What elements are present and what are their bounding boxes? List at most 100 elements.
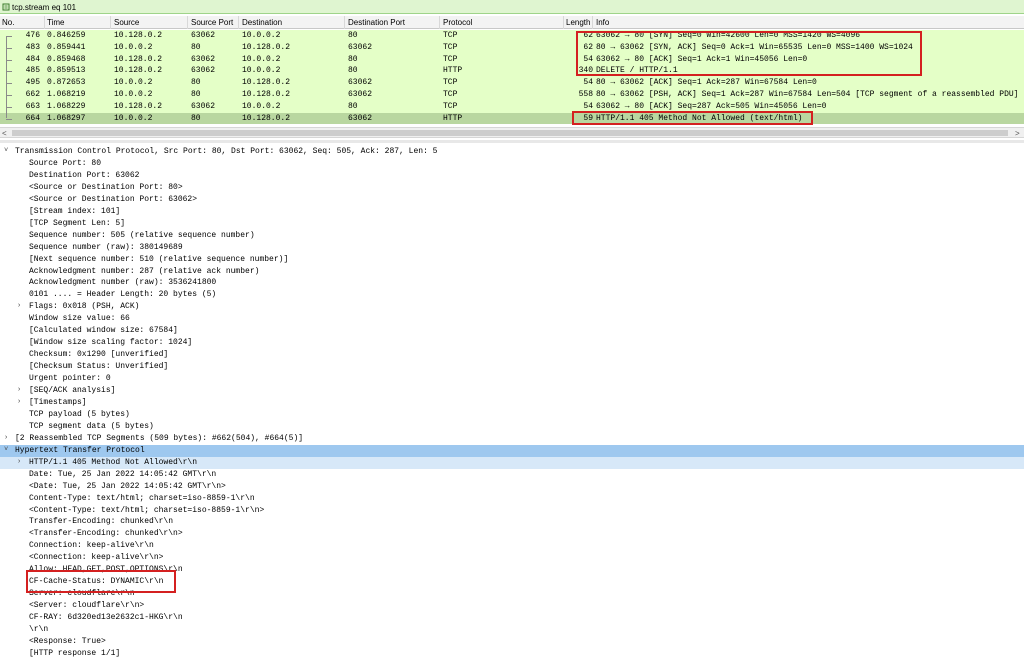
detail-tree-item[interactable]: [Checksum Status: Unverified] (0, 361, 1024, 373)
packet-destination: 10.128.0.2 (242, 78, 291, 88)
packet-time: 1.068297 (47, 113, 86, 123)
detail-tree-item[interactable]: › HTTP/1.1 405 Method Not Allowed\r\n (0, 456, 1024, 469)
detail-tree-text: TCP segment data (5 bytes) (29, 421, 154, 431)
collapse-arrow-icon[interactable]: ˅ (4, 446, 8, 454)
column-header-source-port[interactable]: Source Port (191, 18, 233, 27)
detail-tree-item[interactable]: <Date: Tue, 25 Jan 2022 14:05:42 GMT\r\n… (0, 481, 1024, 493)
detail-tree-item[interactable]: CF-RAY: 6d320ed13e2632c1-HKG\r\n (0, 612, 1024, 624)
detail-tree-item[interactable]: [Window size scaling factor: 1024] (0, 337, 1024, 349)
expand-arrow-icon[interactable]: › (17, 302, 21, 310)
detail-tree-text: <Source or Destination Port: 63062> (29, 194, 198, 204)
detail-tree-item[interactable]: › [2 Reassembled TCP Segments (509 bytes)… (0, 433, 1024, 445)
detail-tree-item[interactable]: Acknowledgment number: 287 (relative ack… (0, 266, 1024, 278)
detail-tree-text: Acknowledgment number (raw): 3536241800 (29, 278, 217, 288)
column-header-info[interactable]: Info (596, 18, 609, 27)
detail-tree-item[interactable]: <Content-Type: text/html; charset=iso-88… (0, 505, 1024, 517)
packet-source: 10.0.0.2 (114, 113, 153, 123)
detail-tree-item[interactable]: Acknowledgment number (raw): 3536241800 (0, 277, 1024, 289)
detail-tree-text: [2 Reassembled TCP Segments (509 bytes):… (15, 433, 304, 443)
detail-tree-item[interactable]: <Connection: keep-alive\r\n> (0, 552, 1024, 564)
expand-arrow-icon[interactable]: › (17, 386, 21, 394)
packet-time: 0.872653 (47, 78, 86, 88)
packet-destination-port: 63062 (348, 113, 373, 123)
detail-tree-item[interactable]: Transfer-Encoding: chunked\r\n (0, 516, 1024, 528)
detail-tree-item[interactable]: Destination Port: 63062 (0, 170, 1024, 182)
column-header-time[interactable]: Time (47, 18, 64, 27)
packet-source-port: 80 (191, 90, 201, 99)
detail-tree-text: Destination Port: 63062 (29, 170, 140, 180)
detail-tree-item[interactable]: Date: Tue, 25 Jan 2022 14:05:42 GMT\r\n (0, 469, 1024, 481)
detail-tree-item[interactable]: [TCP Segment Len: 5] (0, 218, 1024, 230)
scrollbar-thumb[interactable] (12, 130, 1008, 136)
detail-tree-text: TCP payload (5 bytes) (29, 409, 130, 419)
column-header-destination-port[interactable]: Destination Port (348, 18, 405, 27)
column-header-destination[interactable]: Destination (242, 18, 282, 27)
detail-tree-text: Transfer-Encoding: chunked\r\n (29, 517, 174, 527)
packet-no: 483 (25, 42, 40, 52)
expand-arrow-icon[interactable]: › (17, 398, 21, 406)
packet-row[interactable]: 662 1.068219 10.0.0.2 80 10.128.0.2 63062 TCP 5… (0, 89, 1024, 101)
packet-row[interactable]: 495 0.872653 10.0.0.2 80 10.128.0.2 63062 TCP 5… (0, 77, 1024, 89)
detail-tree-item[interactable]: <Transfer-Encoding: chunked\r\n> (0, 528, 1024, 540)
highlight-box-response (572, 111, 813, 125)
packet-length: 54 (583, 101, 593, 111)
detail-tree-item[interactable]: ˅ Hypertext Transfer Protocol (0, 444, 1024, 457)
detail-tree-item[interactable]: [Stream index: 101] (0, 206, 1024, 218)
detail-tree-item[interactable]: Sequence number: 505 (relative sequence … (0, 230, 1024, 242)
detail-tree-item[interactable]: › Flags: 0x018 (PSH, ACK) (0, 301, 1024, 313)
packet-source: 10.0.0.2 (114, 42, 153, 52)
detail-tree-text: <Transfer-Encoding: chunked\r\n> (29, 529, 183, 539)
detail-tree-item[interactable]: <Source or Destination Port: 63062> (0, 194, 1024, 206)
detail-tree-item[interactable]: Checksum: 0x1290 [unverified] (0, 349, 1024, 361)
collapse-arrow-icon[interactable]: ˅ (4, 147, 8, 155)
display-filter-input[interactable] (12, 2, 612, 12)
detail-tree-item[interactable]: [Calculated window size: 67584] (0, 325, 1024, 337)
detail-tree-item[interactable]: Sequence number (raw): 380149689 (0, 242, 1024, 254)
detail-tree-item[interactable]: TCP segment data (5 bytes) (0, 421, 1024, 433)
detail-tree-item[interactable]: <Source or Destination Port: 80> (0, 182, 1024, 194)
column-header-length[interactable]: Length (566, 18, 590, 27)
column-header-no[interactable]: No. (2, 18, 14, 27)
detail-tree-item[interactable]: Window size value: 66 (0, 313, 1024, 325)
packet-destination-port: 63062 (348, 90, 373, 99)
detail-tree-item[interactable]: › [SEQ/ACK analysis] (0, 385, 1024, 397)
detail-tree-item[interactable]: \r\n (0, 624, 1024, 636)
column-header-source[interactable]: Source (114, 18, 139, 27)
scroll-right-icon[interactable]: > (1015, 129, 1020, 138)
detail-tree-text: \r\n (29, 625, 49, 634)
packet-row[interactable]: 664 1.068297 10.0.0.2 80 10.128.0.2 63062 HTTP… (0, 112, 1024, 125)
packet-source: 10.128.0.2 (114, 54, 163, 64)
packet-protocol: TCP (443, 101, 458, 111)
scroll-left-icon[interactable]: < (2, 129, 7, 138)
packet-destination: 10.128.0.2 (242, 42, 291, 52)
packet-protocol: TCP (443, 54, 458, 64)
detail-tree-item[interactable]: › [Timestamps] (0, 397, 1024, 409)
packet-no: 662 (25, 90, 40, 99)
detail-tree-item[interactable]: [HTTP response 1/1] (0, 648, 1024, 660)
detail-tree-item[interactable]: Connection: keep-alive\r\n (0, 540, 1024, 552)
packet-protocol: TCP (443, 42, 458, 52)
highlight-box-server-headers (26, 570, 176, 593)
detail-tree-text: Connection: keep-alive\r\n (29, 541, 154, 551)
detail-tree-item[interactable]: Content-Type: text/html; charset=iso-885… (0, 493, 1024, 505)
packet-source-port: 63062 (191, 31, 216, 40)
expand-arrow-icon[interactable]: › (17, 458, 21, 466)
detail-tree-item[interactable]: <Server: cloudflare\r\n> (0, 600, 1024, 612)
detail-tree-item[interactable]: 0101 .... = Header Length: 20 bytes (5) (0, 289, 1024, 301)
detail-tree-item[interactable]: TCP payload (5 bytes) (0, 409, 1024, 421)
detail-tree-text: Urgent pointer: 0 (29, 374, 111, 384)
detail-tree-item[interactable]: ˅ Transmission Control Protocol, Src Port… (0, 146, 1024, 158)
packet-list-scrollbar[interactable]: < > (0, 127, 1024, 138)
bookmark-icon[interactable] (2, 3, 10, 11)
detail-tree-text: <Server: cloudflare\r\n> (29, 601, 145, 611)
detail-tree-item[interactable]: <Response: True> (0, 636, 1024, 648)
packet-source-port: 63062 (191, 54, 216, 64)
detail-tree-item[interactable]: Urgent pointer: 0 (0, 373, 1024, 385)
expand-arrow-icon[interactable]: › (4, 434, 8, 442)
detail-tree-item[interactable]: Source Port: 80 (0, 158, 1024, 170)
detail-tree-item[interactable]: [Next sequence number: 510 (relative seq… (0, 254, 1024, 266)
detail-tree-text: Checksum: 0x1290 [unverified] (29, 350, 169, 360)
packet-row[interactable]: 663 1.068229 10.128.0.2 63062 10.0.0.2 80 TCP 5… (0, 100, 1024, 113)
packet-destination-port: 80 (348, 101, 358, 111)
column-header-protocol[interactable]: Protocol (443, 18, 472, 27)
